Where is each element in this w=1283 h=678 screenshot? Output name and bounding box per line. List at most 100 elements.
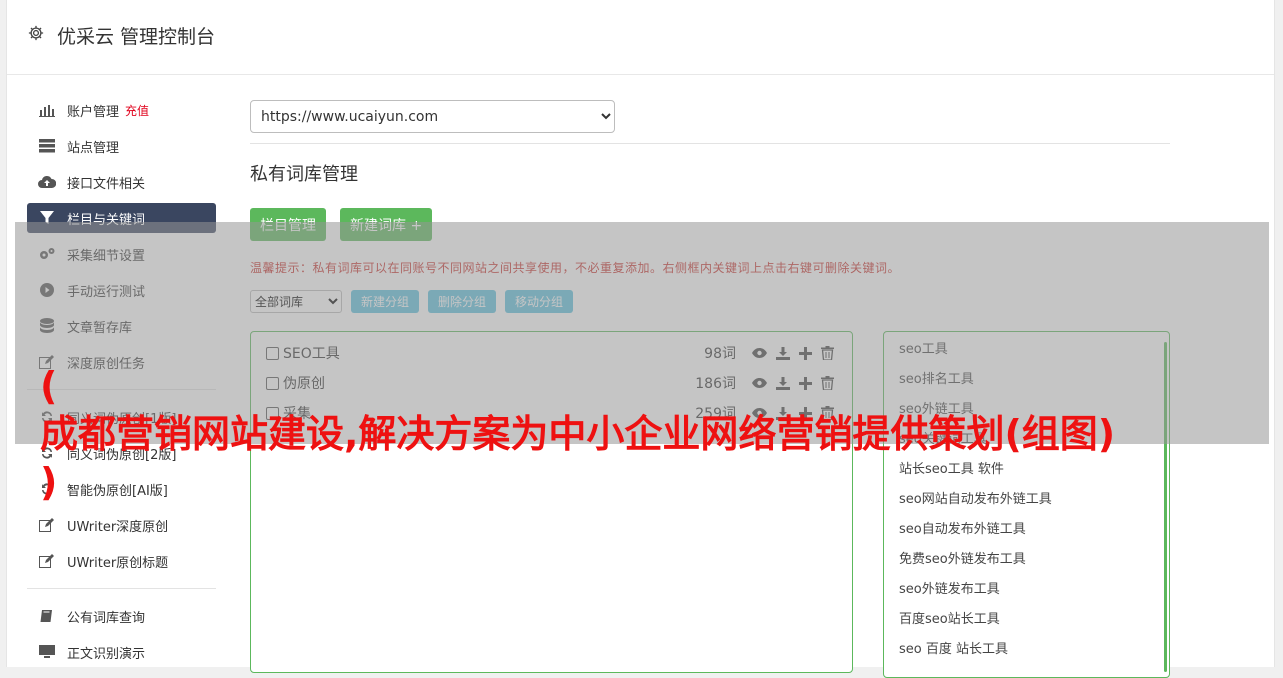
bar-chart-icon bbox=[38, 102, 56, 118]
sidebar-item-uwriter-deep[interactable]: UWriter深度原创 bbox=[27, 510, 216, 540]
column-manage-button[interactable]: 栏目管理 bbox=[250, 208, 326, 241]
sidebar-item-label: 同义词伪原创[2版] bbox=[67, 447, 177, 463]
sidebar-item-columns-keywords[interactable]: 栏目与关键词 bbox=[27, 203, 216, 233]
sidebar-item-label: 智能伪原创[AI版] bbox=[67, 483, 168, 499]
keyword-item[interactable]: seo外链工具 bbox=[884, 392, 1169, 422]
database-icon bbox=[38, 318, 56, 334]
console-card: 优采云 管理控制台 账户管理 充值 站点管理 接口文件相关 栏目与关键词 采集细… bbox=[6, 0, 1275, 678]
sidebar-item-ai-rewrite[interactable]: 智能伪原创[AI版] bbox=[27, 474, 216, 504]
eye-icon[interactable] bbox=[752, 408, 767, 418]
keyword-item[interactable]: seo网站自动发布外链工具 bbox=[884, 482, 1169, 512]
sidebar-item-label: 栏目与关键词 bbox=[67, 212, 146, 228]
play-icon bbox=[38, 282, 56, 298]
library-filter-select[interactable]: 全部词库 bbox=[250, 290, 342, 313]
sidebar-item-public-lib[interactable]: 公有词库查询 bbox=[27, 601, 216, 631]
cloud-upload-icon bbox=[38, 174, 56, 190]
edit-icon bbox=[38, 553, 56, 569]
group-actions bbox=[752, 346, 834, 360]
eye-icon[interactable] bbox=[752, 348, 767, 358]
group-actions bbox=[752, 406, 834, 420]
move-group-button[interactable]: 移动分组 bbox=[505, 290, 574, 313]
keyword-item[interactable]: seo 百度 站长工具 bbox=[884, 632, 1169, 662]
keyword-list-panel: seo工具 seo排名工具 seo外链工具 seo关键词工具 站长seo工具 软… bbox=[883, 331, 1170, 678]
trash-icon[interactable] bbox=[821, 346, 834, 360]
trash-icon[interactable] bbox=[821, 376, 834, 390]
server-icon bbox=[38, 138, 56, 154]
keyword-item[interactable]: 站长seo工具 软件 bbox=[884, 452, 1169, 482]
divider bbox=[250, 143, 1170, 144]
keyword-item[interactable]: 免费seo外链发布工具 bbox=[884, 542, 1169, 572]
keyword-item[interactable]: 百度seo站长工具 bbox=[884, 602, 1169, 632]
group-toolbar: 全部词库 新建分组 删除分组 移动分组 bbox=[250, 290, 1170, 313]
edit-icon bbox=[38, 517, 56, 533]
refresh-icon bbox=[38, 445, 56, 461]
keyword-item[interactable]: seo外链发布工具 bbox=[884, 572, 1169, 602]
recharge-link[interactable]: 充值 bbox=[125, 102, 149, 119]
sidebar-item-account[interactable]: 账户管理 充值 bbox=[27, 95, 216, 125]
site-select[interactable]: https://www.ucaiyun.com bbox=[250, 100, 615, 133]
download-icon[interactable] bbox=[776, 406, 790, 420]
sidebar-item-synonym-v2[interactable]: 同义词伪原创[2版] bbox=[27, 438, 216, 468]
sidebar-item-interface[interactable]: 接口文件相关 bbox=[27, 167, 216, 197]
sidebar-item-sites[interactable]: 站点管理 bbox=[27, 131, 216, 161]
group-checkbox[interactable] bbox=[266, 346, 279, 360]
edit-icon bbox=[38, 354, 56, 370]
group-count: 186词 bbox=[695, 376, 736, 392]
group-checkbox[interactable] bbox=[266, 376, 279, 390]
sidebar-item-manual-run[interactable]: 手动运行测试 bbox=[27, 275, 216, 305]
download-icon[interactable] bbox=[776, 346, 790, 360]
sidebar-item-label: 公有词库查询 bbox=[67, 610, 146, 626]
group-name: 伪原创 bbox=[283, 376, 325, 392]
group-checkbox[interactable] bbox=[266, 406, 279, 420]
group-row[interactable]: 伪原创 186词 bbox=[251, 368, 852, 398]
group-actions bbox=[752, 376, 834, 390]
eye-icon[interactable] bbox=[752, 378, 767, 388]
group-row[interactable]: 采集 259词 bbox=[251, 398, 852, 428]
sidebar-item-synonym-v1[interactable]: 同义词伪原创[1版] bbox=[27, 402, 216, 432]
sidebar-item-label: UWriter原创标题 bbox=[67, 555, 169, 571]
top-bar: 优采云 管理控制台 bbox=[7, 0, 1274, 75]
sidebar-item-label: 站点管理 bbox=[67, 140, 120, 156]
monitor-icon bbox=[38, 644, 56, 660]
gear-icon bbox=[28, 25, 44, 41]
sidebar-item-uwriter-title[interactable]: UWriter原创标题 bbox=[27, 546, 216, 576]
plus-icon[interactable] bbox=[799, 376, 812, 390]
group-list-panel: SEO工具 98词 伪原创 186词 采集 259词 bbox=[250, 331, 853, 673]
sidebar-item-article-storage[interactable]: 文章暂存库 bbox=[27, 311, 216, 341]
sidebar-item-label: 手动运行测试 bbox=[67, 284, 146, 300]
sidebar-divider bbox=[27, 588, 216, 589]
trash-icon[interactable] bbox=[821, 406, 834, 420]
sidebar-divider bbox=[27, 389, 216, 390]
sidebar-item-text-recognition[interactable]: 正文识别演示 bbox=[27, 637, 216, 667]
group-row[interactable]: SEO工具 98词 bbox=[251, 338, 852, 368]
sidebar-item-label: 文章暂存库 bbox=[67, 320, 133, 336]
sidebar-item-label: 采集细节设置 bbox=[67, 248, 146, 264]
download-icon[interactable] bbox=[776, 376, 790, 390]
refresh-icon bbox=[38, 481, 56, 497]
group-count: 98词 bbox=[704, 346, 736, 362]
refresh-icon bbox=[38, 409, 56, 425]
sidebar-item-label: UWriter深度原创 bbox=[67, 519, 169, 535]
keyword-item[interactable]: seo关键词工具 bbox=[884, 422, 1169, 452]
filter-icon bbox=[38, 210, 56, 226]
keyword-item[interactable]: seo自动发布外链工具 bbox=[884, 512, 1169, 542]
sidebar-item-label: 账户管理 bbox=[67, 104, 120, 120]
new-group-button[interactable]: 新建分组 bbox=[351, 290, 420, 313]
new-library-button[interactable]: 新建词库 + bbox=[340, 208, 433, 241]
scrollbar[interactable] bbox=[1164, 342, 1167, 672]
keyword-item[interactable]: seo工具 bbox=[884, 332, 1169, 362]
sidebar-item-deep-original[interactable]: 深度原创任务 bbox=[27, 347, 216, 377]
sidebar-item-label: 正文识别演示 bbox=[67, 646, 146, 662]
sidebar-item-label: 深度原创任务 bbox=[67, 356, 146, 372]
sidebar: 账户管理 充值 站点管理 接口文件相关 栏目与关键词 采集细节设置 手动运行测试… bbox=[27, 95, 216, 673]
main-content: https://www.ucaiyun.com 私有词库管理 栏目管理 新建词库… bbox=[250, 100, 1170, 678]
group-count: 259词 bbox=[695, 406, 736, 422]
book-icon bbox=[38, 608, 56, 624]
tip-text: 温馨提示：私有词库可以在同账号不同网站之间共享使用，不必重复添加。右侧框内关键词… bbox=[250, 261, 901, 275]
delete-group-button[interactable]: 删除分组 bbox=[428, 290, 497, 313]
keyword-item[interactable]: seo排名工具 bbox=[884, 362, 1169, 392]
sidebar-item-collect-settings[interactable]: 采集细节设置 bbox=[27, 239, 216, 269]
sidebar-item-label: 同义词伪原创[1版] bbox=[67, 411, 177, 427]
plus-icon[interactable] bbox=[799, 406, 812, 420]
plus-icon[interactable] bbox=[799, 346, 812, 360]
